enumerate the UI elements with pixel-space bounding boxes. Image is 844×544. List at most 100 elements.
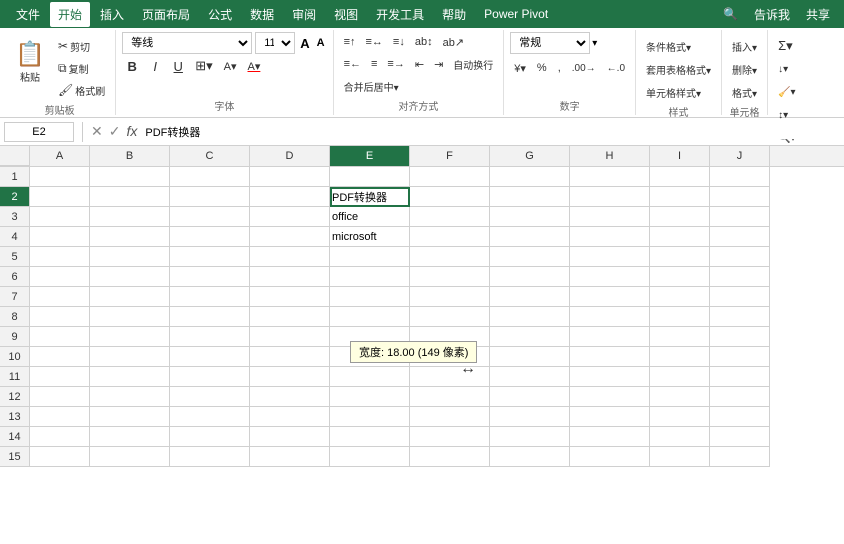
cell-h15[interactable] [570,447,650,467]
cell-c6[interactable] [170,267,250,287]
cell-i11[interactable] [650,367,710,387]
cell-c12[interactable] [170,387,250,407]
cell-c4[interactable] [170,227,250,247]
cell-i3[interactable] [650,207,710,227]
menu-item-file[interactable]: 文件 [8,2,48,27]
cell-i6[interactable] [650,267,710,287]
wrap-text-button[interactable]: 自动换行 [449,54,497,74]
align-top-button[interactable]: ≡↑ [340,32,360,52]
delete-cell-button[interactable]: 删除▾ [728,59,761,79]
cell-a8[interactable] [30,307,90,327]
cell-h1[interactable] [570,167,650,187]
cell-h10[interactable] [570,347,650,367]
cell-a2[interactable] [30,187,90,207]
cell-a7[interactable] [30,287,90,307]
menu-item-dev[interactable]: 开发工具 [368,2,432,27]
cell-j4[interactable] [710,227,770,247]
cell-g8[interactable] [490,307,570,327]
cell-d4[interactable] [250,227,330,247]
cell-b11[interactable] [90,367,170,387]
increase-indent-button[interactable]: ⇥ [430,54,447,74]
cell-a4[interactable] [30,227,90,247]
underline-button[interactable]: U [168,56,188,76]
cell-h8[interactable] [570,307,650,327]
cell-e8[interactable] [330,307,410,327]
cell-i10[interactable] [650,347,710,367]
cell-e11[interactable] [330,367,410,387]
col-header-c[interactable]: C [170,146,250,166]
align-left-button[interactable]: ≡← [340,54,365,74]
paste-button[interactable]: 📋 粘贴 [10,32,50,92]
merge-center-button[interactable]: 合并后居中▾ [340,76,403,96]
cell-b8[interactable] [90,307,170,327]
cell-c10[interactable] [170,347,250,367]
font-size-select[interactable]: 11 [255,32,295,54]
share-label[interactable]: 共享 [800,4,836,25]
cell-d5[interactable] [250,247,330,267]
cell-h3[interactable] [570,207,650,227]
cell-e2[interactable]: PDF转换器 📋 [330,187,410,207]
cell-h6[interactable] [570,267,650,287]
cell-g5[interactable] [490,247,570,267]
col-header-e[interactable]: E [330,146,410,166]
align-center-button[interactable]: ≡ [367,54,381,74]
cell-d1[interactable] [250,167,330,187]
col-header-f[interactable]: F [410,146,490,166]
cell-g11[interactable] [490,367,570,387]
cell-c15[interactable] [170,447,250,467]
cell-f2[interactable] [410,187,490,207]
cell-g2[interactable] [490,187,570,207]
decrease-indent-button[interactable]: ⇤ [411,54,428,74]
cell-g15[interactable] [490,447,570,467]
cell-c8[interactable] [170,307,250,327]
cell-f4[interactable] [410,227,490,247]
italic-button[interactable]: I [145,56,165,76]
cell-b5[interactable] [90,247,170,267]
cell-h4[interactable] [570,227,650,247]
cell-b1[interactable] [90,167,170,187]
cell-j13[interactable] [710,407,770,427]
cell-g4[interactable] [490,227,570,247]
cell-g3[interactable] [490,207,570,227]
cell-a10[interactable] [30,347,90,367]
col-header-a[interactable]: A [30,146,90,166]
cell-b13[interactable] [90,407,170,427]
cell-j9[interactable] [710,327,770,347]
cell-a12[interactable] [30,387,90,407]
col-header-b[interactable]: B [90,146,170,166]
cell-e6[interactable] [330,267,410,287]
cell-j1[interactable] [710,167,770,187]
cell-a14[interactable] [30,427,90,447]
cell-c3[interactable] [170,207,250,227]
cell-c9[interactable] [170,327,250,347]
cell-f15[interactable] [410,447,490,467]
cell-i5[interactable] [650,247,710,267]
cell-h11[interactable] [570,367,650,387]
currency-button[interactable]: ¥▾ [510,58,530,78]
cell-i15[interactable] [650,447,710,467]
cell-j5[interactable] [710,247,770,267]
menu-item-home[interactable]: 开始 [50,2,90,27]
cell-f8[interactable] [410,307,490,327]
increase-decimal-button[interactable]: .00→ [568,58,600,78]
cell-i4[interactable] [650,227,710,247]
cell-b9[interactable] [90,327,170,347]
align-bottom-button[interactable]: ≡↓ [389,32,409,52]
cell-i9[interactable] [650,327,710,347]
cell-g1[interactable] [490,167,570,187]
menu-item-formula[interactable]: 公式 [200,2,240,27]
cell-h14[interactable] [570,427,650,447]
thousands-button[interactable]: , [554,58,565,78]
cell-e7[interactable] [330,287,410,307]
fx-icon[interactable]: fx [126,123,137,140]
menu-item-help[interactable]: 帮助 [434,2,474,27]
cell-e14[interactable] [330,427,410,447]
cell-f6[interactable] [410,267,490,287]
col-header-g[interactable]: G [490,146,570,166]
insert-cell-button[interactable]: 插入▾ [728,36,761,56]
cell-d14[interactable] [250,427,330,447]
cell-d13[interactable] [250,407,330,427]
cell-d8[interactable] [250,307,330,327]
cell-c1[interactable] [170,167,250,187]
cell-a11[interactable] [30,367,90,387]
